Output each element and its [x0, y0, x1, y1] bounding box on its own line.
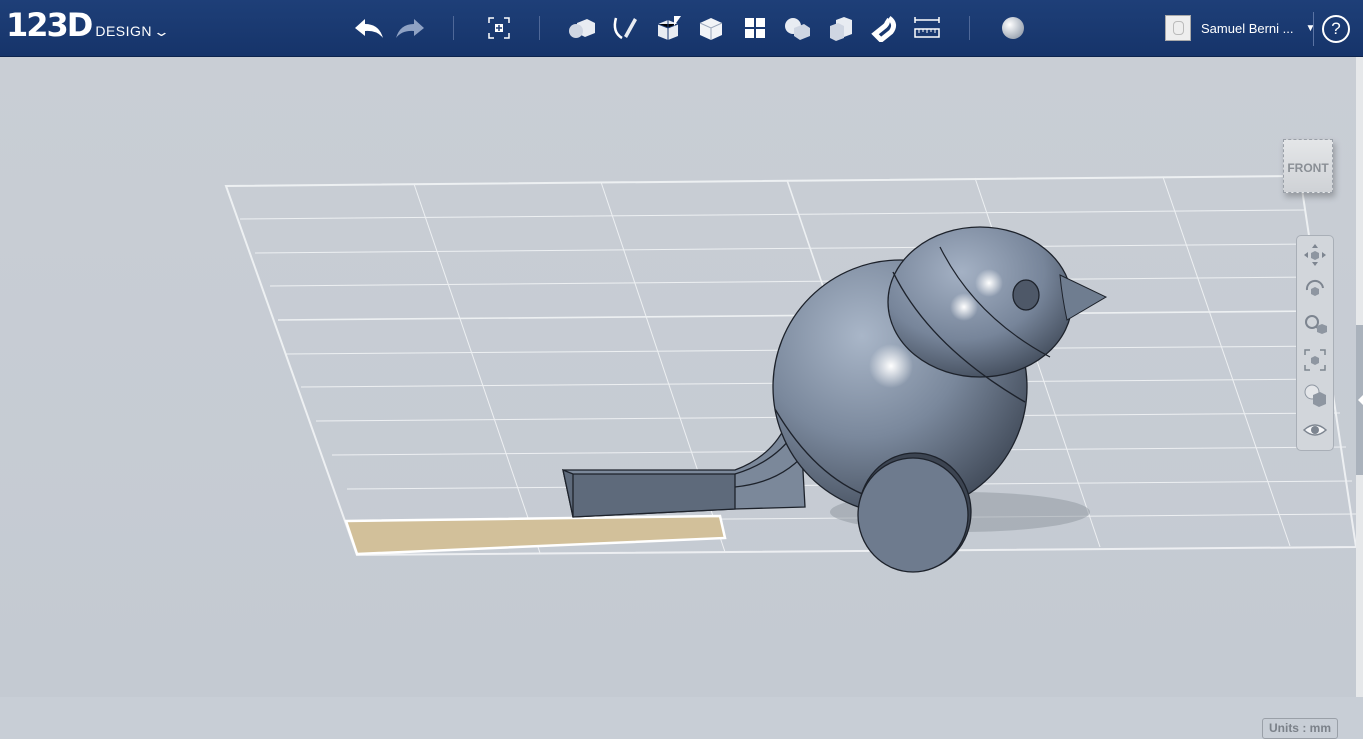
avatar — [1165, 15, 1191, 41]
material-icon — [1002, 17, 1024, 39]
toolbar-separator — [1313, 12, 1314, 46]
3d-viewport[interactable]: FRONT Units : mm — [0, 57, 1356, 739]
primitives-button[interactable] — [564, 10, 600, 46]
sketch-button[interactable] — [607, 10, 643, 46]
visibility-eye-icon — [1302, 424, 1328, 436]
combine-icon — [830, 17, 852, 41]
app-logo-menu[interactable]: 123D DESIGN⌄ — [6, 6, 171, 44]
construct-button[interactable] — [651, 10, 687, 46]
transform-icon — [488, 17, 510, 39]
zoom-button[interactable] — [1300, 310, 1330, 340]
view-mode-button[interactable] — [1300, 380, 1330, 410]
scene-canvas[interactable] — [0, 57, 1356, 697]
help-button[interactable]: ? — [1322, 15, 1350, 43]
zoom-icon — [1305, 315, 1327, 334]
pattern-button[interactable] — [737, 10, 773, 46]
view-mode-icon — [1304, 384, 1326, 407]
user-name: Samuel Berni ... — [1201, 20, 1294, 36]
undo-icon — [355, 19, 383, 38]
grouping-button[interactable] — [779, 10, 815, 46]
fit-button[interactable] — [1300, 345, 1330, 375]
combine-button[interactable] — [823, 10, 859, 46]
modify-button[interactable] — [693, 10, 729, 46]
toolbar-separator — [969, 16, 970, 40]
logo-design-text: DESIGN — [95, 23, 153, 39]
pattern-icon — [745, 18, 765, 38]
snap-button[interactable] — [866, 10, 902, 46]
fit-icon — [1304, 349, 1326, 371]
transform-button[interactable] — [481, 10, 517, 46]
top-toolbar: 123D DESIGN⌄ Samuel Berni ... ▼ ? — [0, 0, 1363, 57]
primitives-icon — [569, 19, 595, 38]
orbit-button[interactable] — [1300, 275, 1330, 305]
construct-icon — [657, 16, 681, 40]
sketch-icon — [613, 17, 637, 40]
selection-box — [344, 514, 727, 556]
redo-button[interactable] — [393, 10, 429, 46]
snap-icon — [871, 16, 897, 42]
pan-icon — [1304, 244, 1326, 266]
measure-icon — [914, 17, 940, 38]
user-menu[interactable]: Samuel Berni ... ▼ — [1165, 14, 1315, 42]
logo-text: 123D — [6, 6, 93, 44]
material-button[interactable] — [995, 10, 1031, 46]
chevron-down-icon: ⌄ — [152, 24, 171, 39]
toolbar-separator — [539, 16, 540, 40]
measure-button[interactable] — [909, 10, 945, 46]
grouping-icon — [785, 18, 810, 40]
toolbar-separator — [453, 16, 454, 40]
modify-icon — [699, 18, 723, 40]
side-panel-scrollbar[interactable] — [1356, 57, 1363, 697]
redo-icon — [396, 19, 424, 38]
orbit-icon — [1305, 279, 1324, 296]
units-indicator[interactable]: Units : mm — [1262, 718, 1338, 739]
model-wheel[interactable] — [857, 452, 972, 573]
visibility-button[interactable] — [1300, 415, 1330, 445]
navigation-bar — [1296, 235, 1334, 451]
model-tail[interactable] — [562, 415, 811, 518]
panel-expand-icon[interactable] — [1358, 395, 1363, 405]
undo-button[interactable] — [350, 10, 386, 46]
view-cube[interactable]: FRONT — [1283, 139, 1333, 193]
pan-button[interactable] — [1300, 240, 1330, 270]
